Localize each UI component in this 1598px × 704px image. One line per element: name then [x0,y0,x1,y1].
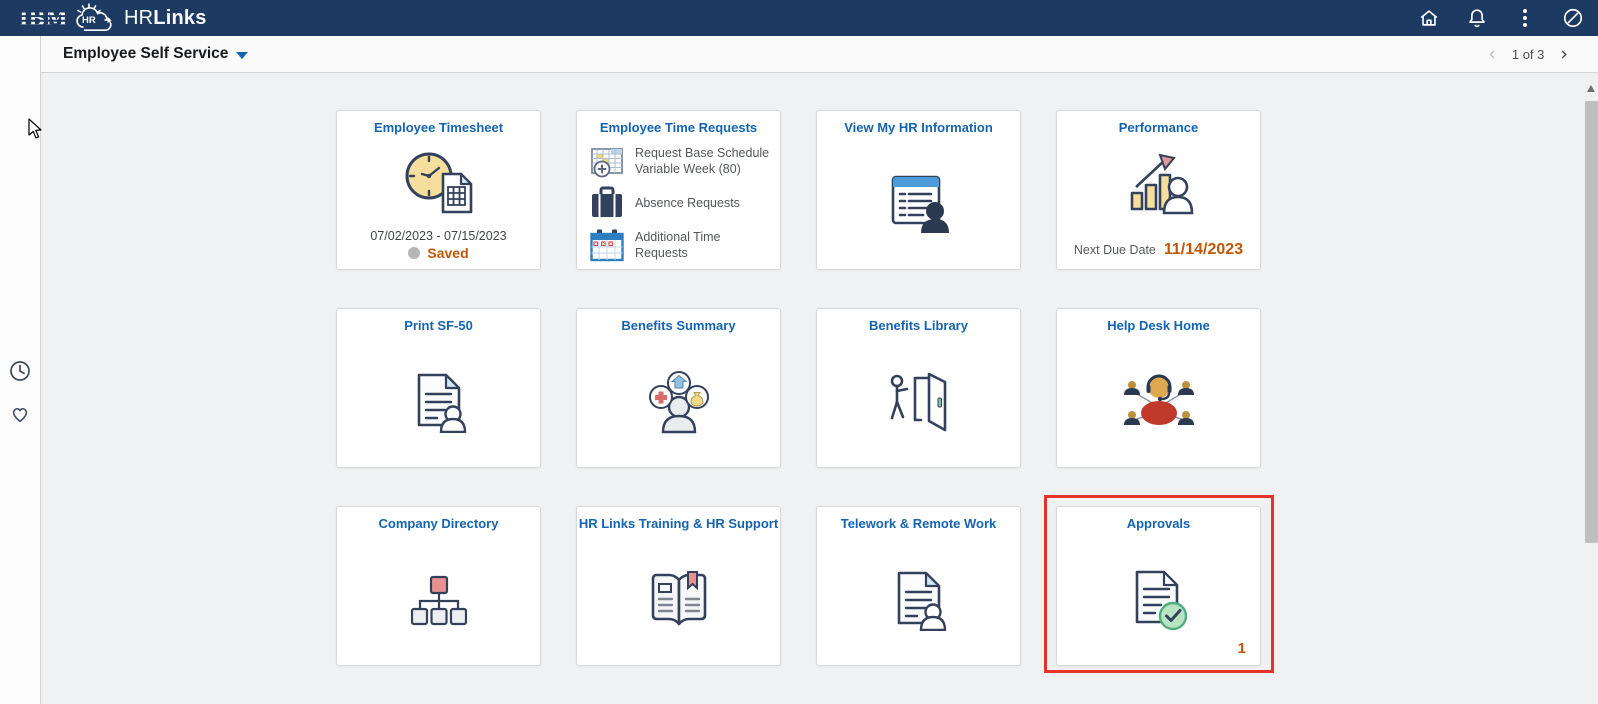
tile-title: Approvals [1126,516,1191,531]
document-person-icon [337,337,540,467]
performance-chart-icon [1057,139,1260,225]
page-indicator: 1 of 3 [1511,46,1545,62]
calendar-x-icon [589,227,625,263]
tile-title: Help Desk Home [1107,318,1210,333]
org-chart-icon [337,535,540,665]
schedule-plus-icon [589,143,625,179]
tile-approvals[interactable]: Approvals 1 [1056,506,1261,666]
timesheet-date-range: 07/02/2023 - 07/15/2023 [370,229,507,243]
next-page-chevron[interactable]: › [1560,44,1568,64]
homepage-selector[interactable]: Employee Self Service [63,45,249,63]
page-title: Employee Self Service [63,45,229,62]
request-link-label: Additional Time Requests [635,229,721,260]
homepage-pagination: ‹ 1 of 3 › [1488,44,1568,64]
open-book-icon [577,535,780,665]
hr-cloud-logo-icon: HR [74,3,116,33]
tile-employee-time-requests[interactable]: Employee Time Requests Request Base Sche… [576,110,781,270]
request-base-schedule-link[interactable]: Request Base Schedule Variable Week (80) [577,140,780,182]
tile-telework-remote-work[interactable]: Telework & Remote Work [816,506,1021,666]
heart-icon[interactable] [9,403,31,425]
tile-print-sf-50[interactable]: Print SF-50 [336,308,541,468]
previous-page-chevron[interactable]: ‹ [1488,44,1496,64]
scrollbar-up-arrow-icon[interactable] [1587,85,1595,92]
tile-title: Benefits Library [869,318,968,333]
hr-information-icon [817,139,1020,269]
absence-requests-link[interactable]: Absence Requests [577,182,780,224]
next-due-date-value: 11/14/2023 [1163,241,1244,258]
approvals-check-document-icon [1057,535,1260,665]
approvals-count-badge: 1 [1237,640,1246,657]
tile-title: Print SF-50 [404,318,473,333]
cloud-logo-text: HR [82,15,96,26]
tile-benefits-summary[interactable]: Benefits Summary [576,308,781,468]
tile-title: View My HR Information [844,120,993,135]
additional-time-requests-link[interactable]: Additional Time Requests [577,224,780,266]
navbar-compass-icon[interactable] [1562,7,1584,29]
timesheet-status: Saved [427,245,469,261]
tile-employee-timesheet[interactable]: Employee Timesheet 07/02/2023 - 07/15/20… [336,110,541,270]
scrollbar-thumb[interactable] [1585,101,1598,543]
next-due-date-label: Next Due Date [1073,243,1156,257]
home-icon[interactable] [1418,7,1440,29]
person-door-icon [817,337,1020,467]
top-navigation-bar: IBM HR HRLinks [0,0,1598,36]
tile-hr-links-training-support[interactable]: HR Links Training & HR Support [576,506,781,666]
kebab-menu-icon[interactable] [1514,7,1536,29]
page-header: Employee Self Service ‹ 1 of 3 › [41,36,1598,73]
briefcase-icon [589,185,625,221]
time-request-links: Request Base Schedule Variable Week (80) … [577,140,780,266]
request-link-label: Absence Requests [635,195,740,210]
product-name: HRLinks [124,6,207,29]
tile-company-directory[interactable]: Company Directory [336,506,541,666]
tile-title: Employee Time Requests [599,120,758,135]
status-bullet-icon [408,247,421,259]
tile-title: Performance [1118,120,1199,135]
tile-title: Employee Timesheet [373,120,504,135]
tile-performance[interactable]: Performance Next Due Date 11/14/2023 [1056,110,1261,270]
tile-help-desk-home[interactable]: Help Desk Home [1056,308,1261,468]
clock-icon[interactable] [9,360,31,382]
ibm-logo-icon: IBM [18,6,66,30]
brand-area: IBM HR HRLinks [0,3,207,33]
employee-self-service-page: IBM HR HRLinks Employee Self Service ‹ 1… [0,0,1598,704]
timesheet-clock-document-icon [337,139,540,225]
document-person-icon [817,535,1020,665]
performance-footer: Next Due Date 11/14/2023 [1057,241,1260,259]
svg-text:IBM: IBM [19,7,66,30]
tile-benefits-library[interactable]: Benefits Library [816,308,1021,468]
chevron-down-icon [236,51,249,59]
left-rail [0,36,41,704]
tile-title: Telework & Remote Work [840,516,997,531]
topbar-actions [1418,0,1584,36]
vertical-scrollbar[interactable] [1585,73,1598,704]
request-link-label: Request Base Schedule Variable Week (80) [635,145,770,176]
bell-icon[interactable] [1466,7,1488,29]
timesheet-footer: 07/02/2023 - 07/15/2023 Saved [337,229,540,261]
tile-title: Company Directory [378,516,499,531]
benefits-summary-icon [577,337,780,467]
help-desk-agent-icon [1057,337,1260,467]
tile-title: HR Links Training & HR Support [578,516,779,531]
tile-title: Benefits Summary [621,318,736,333]
tile-view-my-hr-information[interactable]: View My HR Information [816,110,1021,270]
